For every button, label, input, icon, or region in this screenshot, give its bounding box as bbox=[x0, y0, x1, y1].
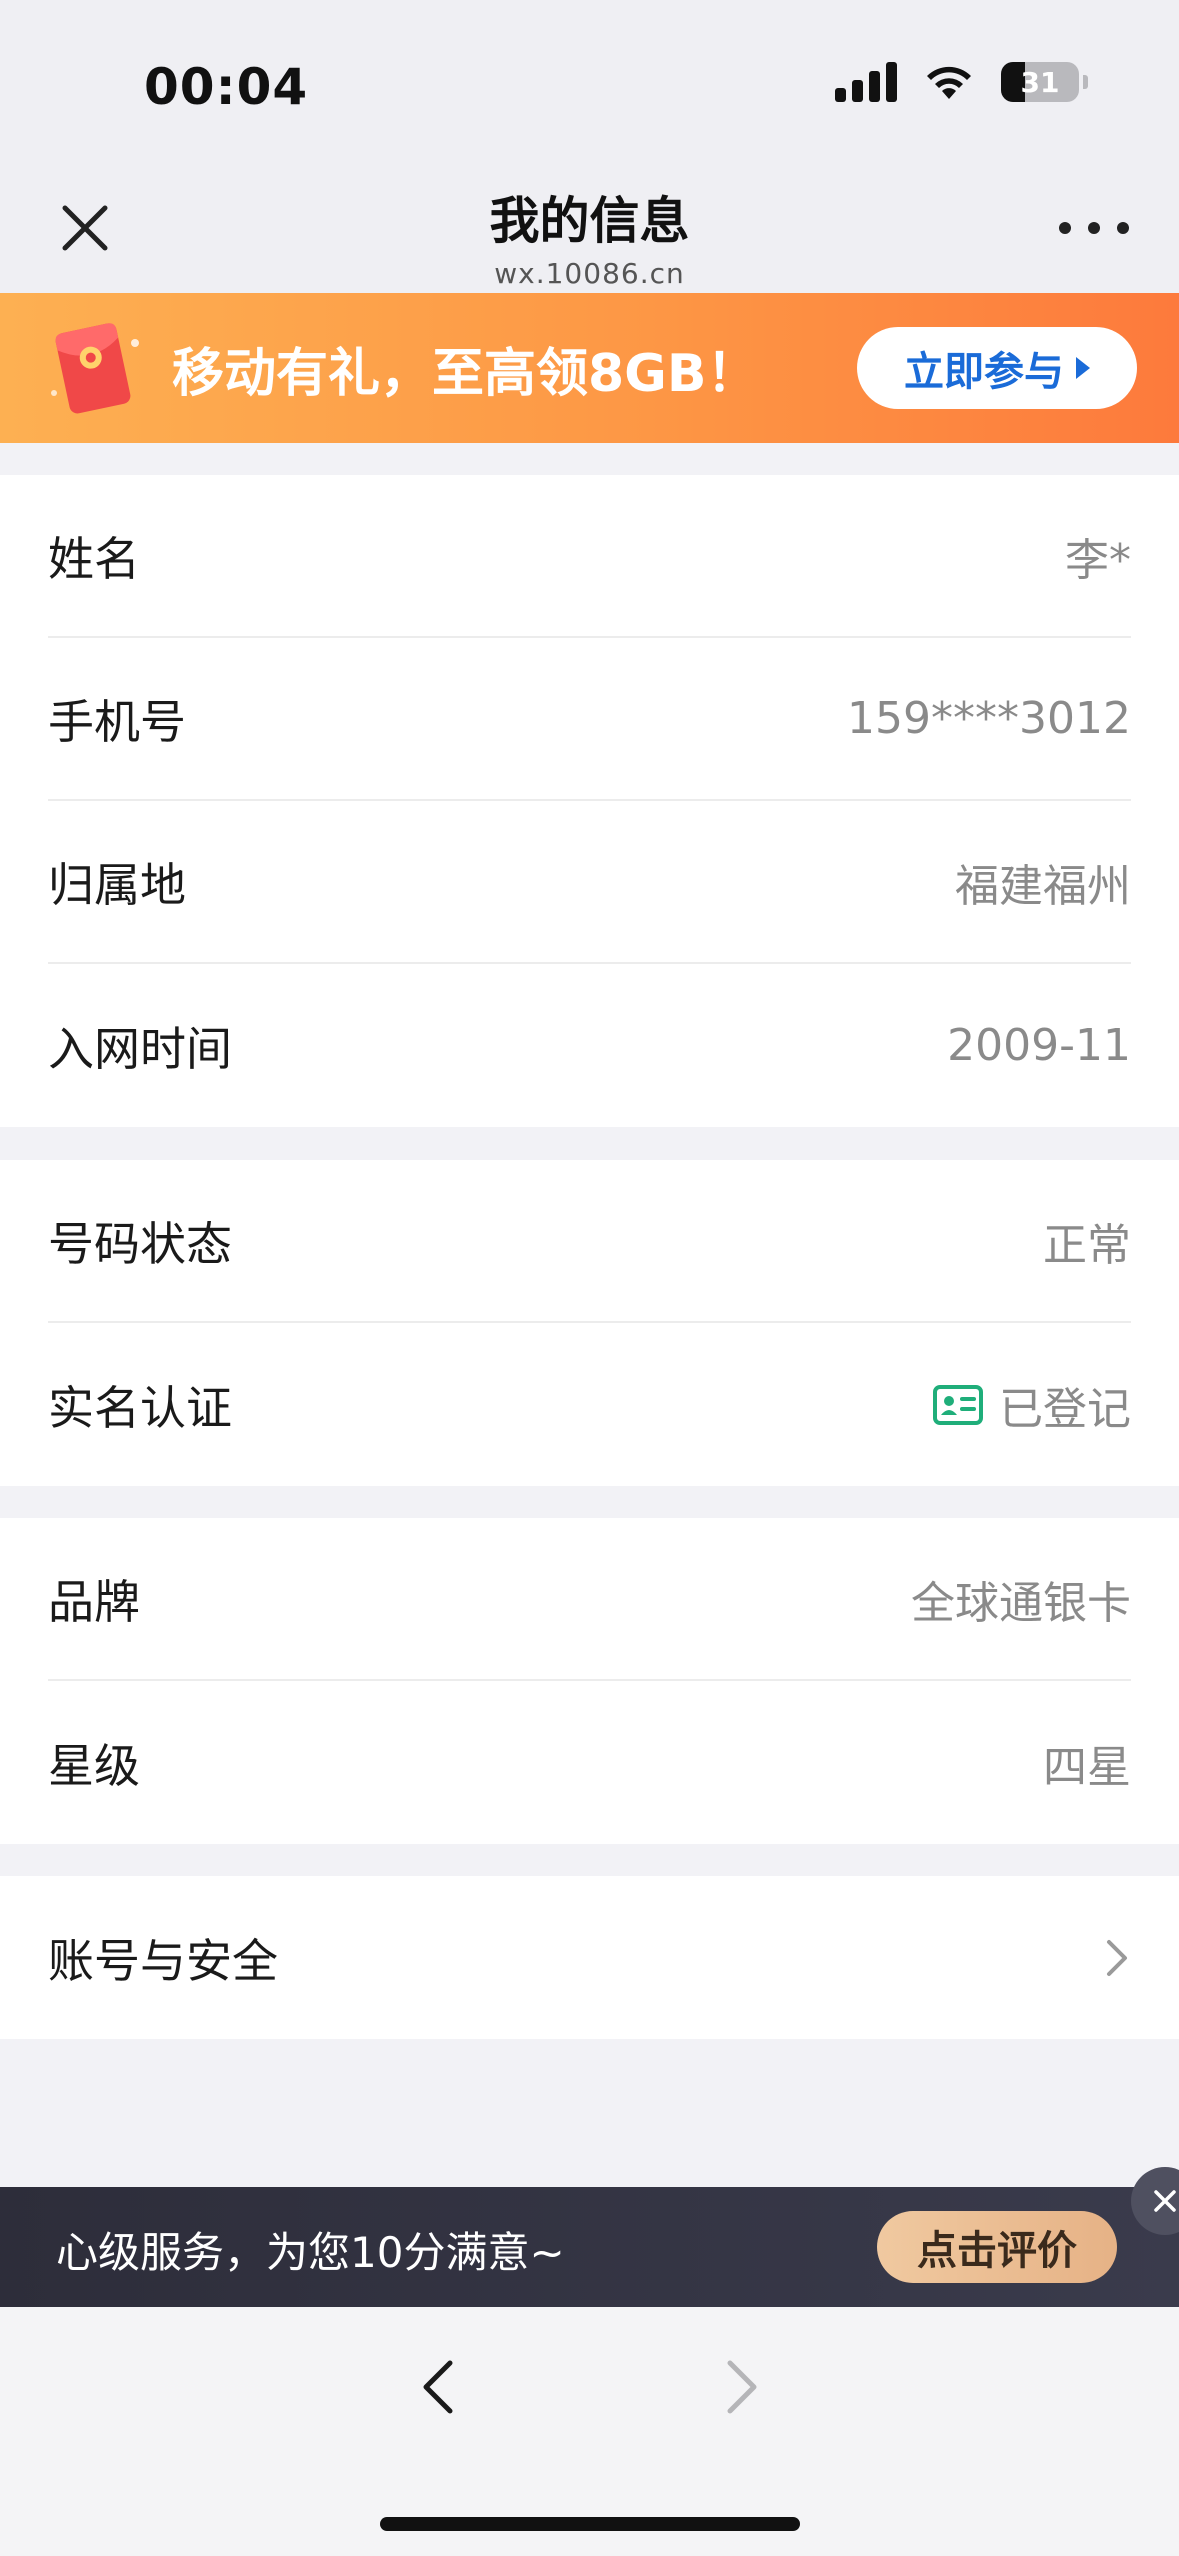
battery-icon: 31 bbox=[1001, 62, 1088, 102]
join-now-label: 立即参与 bbox=[904, 349, 1064, 395]
status-bar: 00:04 31 bbox=[0, 0, 1179, 175]
join-now-button[interactable]: 立即参与 bbox=[857, 327, 1137, 409]
row-value: 全球通银卡 bbox=[911, 1577, 1131, 1629]
promo-text: 移动有礼，至高领8GB！ bbox=[172, 344, 759, 404]
row-value: 已登记 bbox=[999, 1383, 1131, 1435]
row-value: 159****3012 bbox=[847, 693, 1131, 744]
info-row-brand: 品牌 全球通银卡 bbox=[48, 1518, 1131, 1681]
row-label: 姓名 bbox=[48, 531, 140, 586]
nav-bar: 我的信息 wx.10086.cn bbox=[0, 175, 1179, 293]
signal-icon bbox=[835, 62, 897, 102]
more-icon[interactable] bbox=[1059, 213, 1129, 243]
close-icon[interactable] bbox=[1131, 2167, 1179, 2235]
row-value: 李* bbox=[1065, 534, 1131, 586]
info-row-number-status: 号码状态 正常 bbox=[48, 1160, 1131, 1323]
status-section: 号码状态 正常 实名认证 已登记 bbox=[0, 1160, 1179, 1486]
back-icon[interactable] bbox=[420, 2357, 456, 2417]
battery-level: 31 bbox=[1020, 65, 1060, 99]
info-row-star-level: 星级 四星 bbox=[48, 1681, 1131, 1844]
red-envelope-icon bbox=[51, 323, 139, 414]
info-row-phone: 手机号 159****3012 bbox=[48, 638, 1131, 801]
account-security-row[interactable]: 账号与安全 bbox=[48, 1876, 1131, 2039]
info-row-real-name: 实名认证 已登记 bbox=[48, 1323, 1131, 1486]
page-url: wx.10086.cn bbox=[494, 257, 685, 290]
chevron-right-icon bbox=[1107, 1939, 1127, 1976]
row-value: 四星 bbox=[1043, 1741, 1131, 1793]
account-section: 账号与安全 bbox=[0, 1876, 1179, 2039]
page-title: 我的信息 bbox=[489, 192, 690, 250]
status-icons: 31 bbox=[835, 62, 1088, 102]
browser-toolbar bbox=[0, 2307, 1179, 2556]
info-row-name: 姓名 李* bbox=[48, 475, 1131, 638]
forward-icon[interactable] bbox=[724, 2357, 760, 2417]
rating-bar: 心级服务，为您10分满意~ 点击评价 bbox=[0, 2167, 1179, 2307]
row-value: 2009-11 bbox=[947, 1020, 1131, 1071]
play-arrow-icon bbox=[1076, 357, 1090, 379]
row-label: 归属地 bbox=[48, 857, 186, 912]
row-label: 号码状态 bbox=[48, 1216, 232, 1271]
id-card-icon bbox=[933, 1384, 983, 1425]
wifi-icon bbox=[927, 66, 971, 99]
row-value: 福建福州 bbox=[955, 860, 1131, 912]
brand-section: 品牌 全球通银卡 星级 四星 bbox=[0, 1518, 1179, 1844]
rating-text: 心级服务，为您10分满意~ bbox=[56, 2228, 565, 2277]
account-security-label: 账号与安全 bbox=[48, 1933, 278, 1988]
info-row-join-date: 入网时间 2009-11 bbox=[48, 964, 1131, 1127]
nav-title-group: 我的信息 wx.10086.cn bbox=[0, 175, 1179, 290]
info-row-location: 归属地 福建福州 bbox=[48, 801, 1131, 964]
status-time: 00:04 bbox=[144, 58, 309, 116]
real-name-value: 已登记 bbox=[933, 1373, 1131, 1437]
row-label: 入网时间 bbox=[48, 1021, 232, 1076]
row-label: 手机号 bbox=[48, 694, 186, 749]
basic-info-section: 姓名 李* 手机号 159****3012 归属地 福建福州 入网时间 2009… bbox=[0, 475, 1179, 1127]
row-label: 实名认证 bbox=[48, 1380, 232, 1435]
row-label: 品牌 bbox=[48, 1574, 140, 1629]
rate-button[interactable]: 点击评价 bbox=[877, 2211, 1117, 2283]
home-indicator[interactable] bbox=[380, 2517, 800, 2531]
promo-banner[interactable]: 移动有礼，至高领8GB！ 立即参与 bbox=[0, 293, 1179, 443]
row-value: 正常 bbox=[1043, 1219, 1131, 1271]
row-label: 星级 bbox=[48, 1738, 140, 1793]
